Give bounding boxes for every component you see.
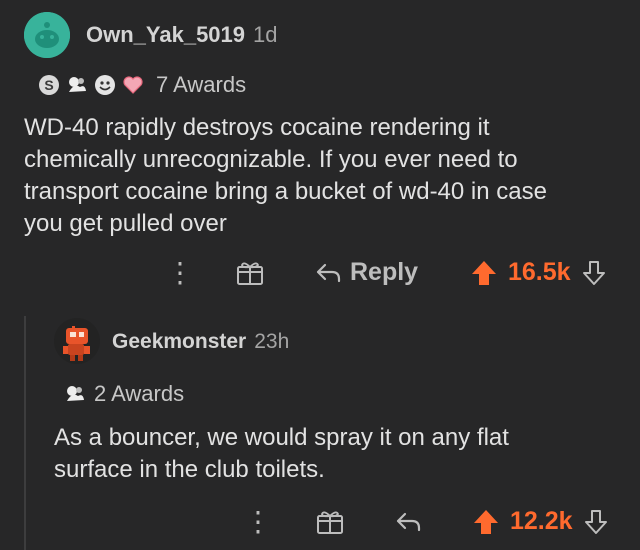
snoo-avatar-icon [24,12,70,58]
comment-header: Geekmonster 23h [112,330,289,354]
reply-icon [316,263,341,282]
more-options-icon[interactable]: ⋮ [166,259,194,287]
award-button-icon[interactable] [236,260,264,286]
reply-icon[interactable] [394,509,422,535]
awards-count: 7 Awards [156,72,247,97]
reply-label: Reply [350,258,419,286]
username[interactable]: Own_Yak_5019 [86,22,245,47]
vote-controls: 16.5k [470,258,607,287]
timestamp: 1d [253,22,278,47]
username[interactable]: Geekmonster [112,330,246,353]
comment-actions: ⋮ 12.2k [236,505,626,539]
upvote-arrow-icon[interactable] [470,259,498,287]
more-options-icon[interactable]: ⋮ [244,508,272,536]
comment-body: As a bouncer, we would spray it on any f… [54,424,509,483]
downvote-arrow-icon[interactable] [581,259,607,287]
upvote-arrow-icon[interactable] [472,508,500,536]
svg-text:S: S [44,77,53,93]
comment-actions: ⋮ Reply 16.5k [160,256,620,290]
vote-controls: 12.2k [472,507,609,536]
downvote-arrow-icon[interactable] [583,508,609,536]
heart-award-icon [123,76,143,94]
awards-row[interactable]: S 7 Awards [38,72,246,98]
wholesome-hug-award-icon [67,386,84,401]
vote-score: 12.2k [510,507,573,535]
avatar[interactable] [24,12,70,58]
avatar[interactable] [54,318,100,364]
award-button-icon[interactable] [316,509,344,535]
robot-avatar-icon [63,326,90,361]
awards-count: 2 Awards [94,381,185,406]
wholesome-hug-award-icon [69,77,86,92]
timestamp: 23h [254,330,290,353]
vote-score: 16.5k [508,258,571,286]
reply-button[interactable]: Reply [314,258,418,287]
comment-header: Own_Yak_5019 1d [86,22,278,48]
thread-line[interactable] [24,316,26,550]
face-award-icon [95,75,115,95]
awards-row[interactable]: 2 Awards [64,381,184,407]
silver-award-icon: S [39,75,59,95]
comment-body: WD-40 rapidly destroys cocaine rendering… [24,114,547,237]
